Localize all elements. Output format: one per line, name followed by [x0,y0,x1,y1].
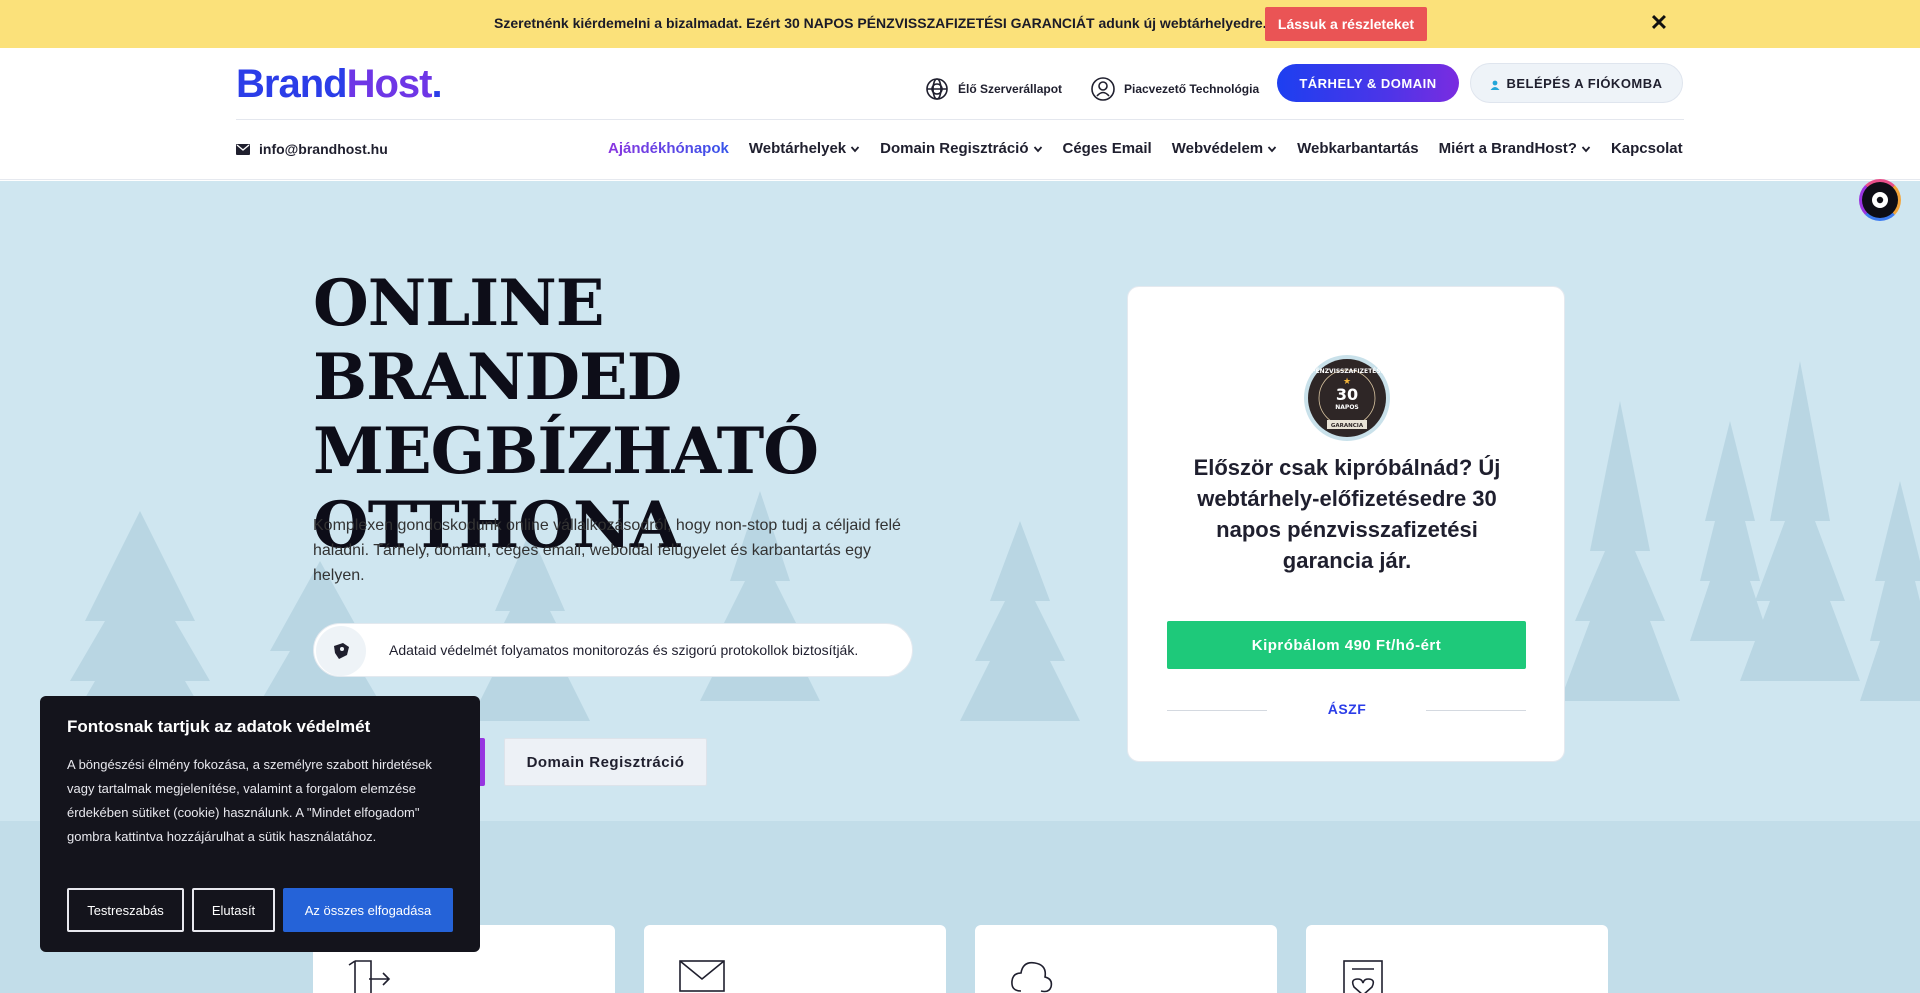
close-icon[interactable]: ✕ [1646,10,1672,36]
feature-card-email[interactable] [644,925,946,993]
nav-item-gift-months[interactable]: Ajándékhónapok [608,140,729,157]
nav-item-web-protection[interactable]: Webvédelem [1172,140,1277,157]
header-divider [236,119,1684,120]
logo-host-text: Host [346,62,433,106]
nav-label: Ajándékhónapok [608,140,729,157]
try-plan-button[interactable]: Kipróbálom 490 Ft/hó-ért [1167,621,1526,669]
security-text: Adataid védelmét folyamatos monitorozás … [389,642,859,658]
feature-card-maintenance[interactable] [1306,925,1608,993]
cookie-text: A böngészési élmény fokozása, a személyr… [67,757,432,844]
cookie-reject-button[interactable]: Elutasít [192,888,275,932]
server-status-link[interactable]: Élő Szerverállapot [924,72,1062,106]
nav-item-why-brandhost[interactable]: Miért a BrandHost? [1439,140,1591,157]
promo-bar: Szeretnénk kiérdemelni a bizalmadat. Ezé… [0,0,1920,48]
server-status-label: Élő Szerverállapot [958,82,1063,96]
login-label: BELÉPÉS A FIÓKOMBA [1506,75,1663,91]
cookie-consent-banner: Fontosnak tartjuk az adatok védelmét A b… [40,696,480,952]
promo-text: Szeretnénk kiérdemelni a bizalmadat. Ezé… [494,15,1267,31]
domain-registration-button[interactable]: Domain Regisztráció [504,738,707,786]
brand-logo[interactable]: BrandHost. [236,62,443,107]
nav-label: Kapcsolat [1610,140,1683,157]
nav-item-web-hosting[interactable]: Webtárhelyek [749,140,860,157]
cookie-customize-button[interactable]: Testreszabás [67,888,184,932]
login-button[interactable]: BELÉPÉS A FIÓKOMBA [1470,63,1683,103]
nav-item-domain-registration[interactable]: Domain Regisztráció [880,140,1042,157]
nav-label: Miért a BrandHost? [1438,140,1577,157]
terms-link[interactable]: ÁSZF [1306,701,1388,717]
money-back-guarantee-badge: PÉNZVISSZAFIZETÉSI ★ 30 NAPOS GARANCIA [1304,355,1390,441]
nav-item-contact[interactable]: Kapcsolat [1611,140,1683,157]
guarantee-card: PÉNZVISSZAFIZETÉSI ★ 30 NAPOS GARANCIA E… [1127,286,1565,762]
user-icon [1490,78,1500,90]
chevron-down-icon [850,145,860,152]
nav-label: Céges Email [1062,140,1152,157]
email-label: info@brandhost.hu [259,141,388,157]
cookie-accept-all-button[interactable]: Az összes elfogadása [283,888,453,932]
promo-details-button[interactable]: Lássuk a részleteket [1265,7,1427,41]
nav-label: Webvédelem [1171,140,1264,157]
nav-label: Webtárhelyek [748,140,847,157]
nav-item-web-maintenance[interactable]: Webkarbantartás [1297,140,1418,157]
nav-label: Webkarbantartás [1297,140,1419,157]
technology-label: Piacvezető Technológia [1124,82,1260,96]
cookie-title: Fontosnak tartjuk az adatok védelmét [67,717,371,736]
mail-icon [679,960,725,992]
shield-icon [316,626,366,676]
security-info-pill: Adataid védelmét folyamatos monitorozás … [313,623,913,677]
main-nav: Ajándékhónapok Webtárhelyek Domain Regis… [608,140,1683,157]
badge-top-text: PÉNZVISSZAFIZETÉSI [1311,367,1383,375]
hero-description: Komplexen gondoskodunk online vállalkozá… [313,517,901,584]
badge-bottom-text: GARANCIA [1331,423,1364,429]
globe-icon [926,78,948,100]
badge-number: 30 [1336,385,1358,404]
divider-line [1167,710,1267,711]
logo-brand-text: Brand [236,62,348,106]
badge-icon [1091,77,1115,101]
technology-link[interactable]: Piacvezető Technológia [1090,72,1259,106]
email-contact[interactable]: info@brandhost.hu [236,141,388,157]
feature-card-cloud[interactable] [975,925,1277,993]
chevron-down-icon [1267,145,1277,152]
divider-line [1426,710,1526,711]
logo-dot: . [431,62,442,106]
hero-title-line: ONLINE BRANDED [313,266,682,415]
cloud-icon [1011,961,1053,993]
badge-word: NAPOS [1335,404,1358,411]
envelope-icon [236,143,250,155]
document-heart-icon [1343,960,1383,993]
chevron-down-icon [1581,145,1591,152]
site-header: BrandHost. Élő Szerverállapot Piacvezető… [0,48,1920,180]
card-title: Először csak kipróbálnád? Új webtárhely-… [1193,455,1501,573]
chevron-down-icon [1033,145,1042,152]
hosting-domain-button[interactable]: TÁRHELY & DOMAIN [1277,64,1459,102]
nav-item-business-email[interactable]: Céges Email [1063,140,1152,157]
nav-label: Domain Regisztráció [880,140,1029,157]
accessibility-icon[interactable] [1859,179,1901,221]
hero-title-line: MEGBÍZHATÓ [313,414,819,489]
door-exit-icon [348,960,391,993]
